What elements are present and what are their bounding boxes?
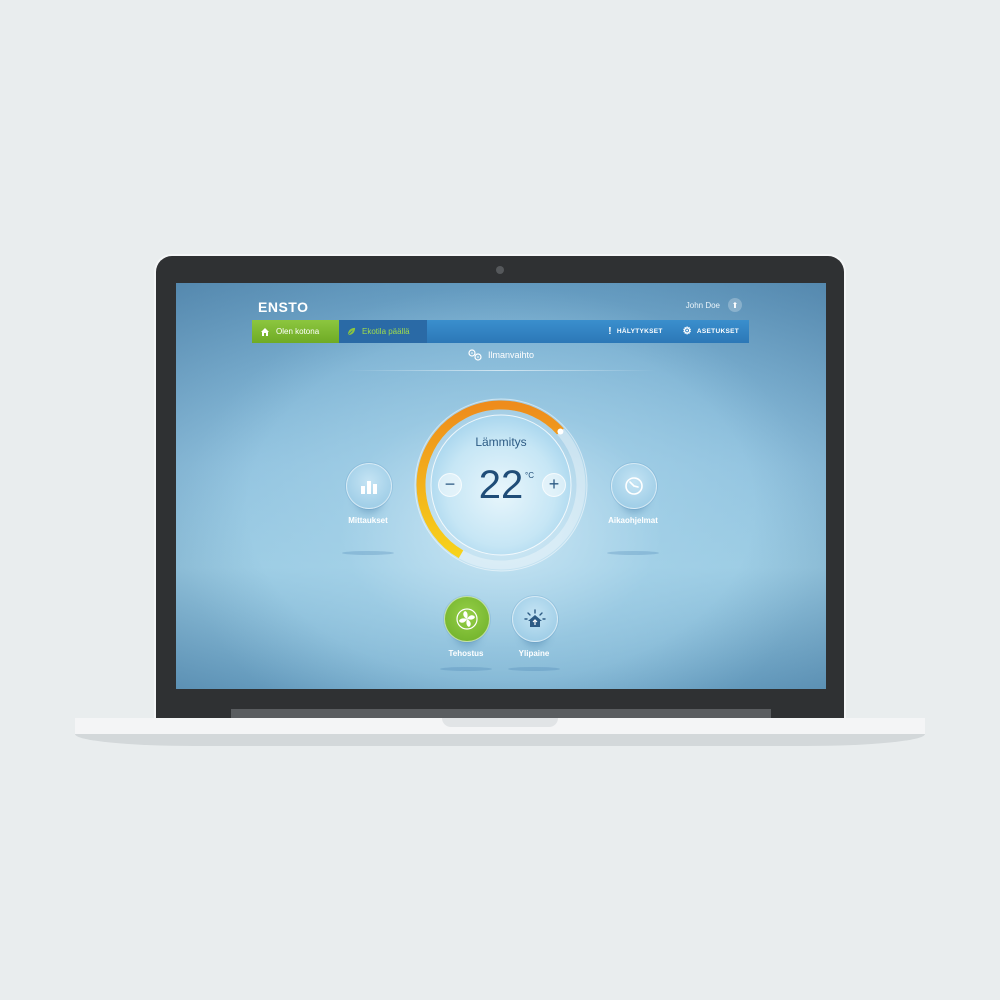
bar-chart-icon xyxy=(361,481,377,494)
home-mode-button[interactable]: Olen kotona xyxy=(252,320,339,343)
schedules-shadow xyxy=(607,551,659,555)
laptop-notch xyxy=(442,718,558,727)
measurements-label: Mittaukset xyxy=(348,516,388,525)
house-pressure-icon xyxy=(524,609,546,627)
user-name: John Doe xyxy=(685,300,720,310)
overpressure-button[interactable] xyxy=(512,596,558,642)
alerts-button[interactable]: ! HÄLYTYKSET xyxy=(608,326,662,337)
app-screen: ENSTO John Doe ⬆ Olen kotona Ekotila pää… xyxy=(176,283,826,689)
schedules-button[interactable] xyxy=(611,463,657,509)
alerts-label: HÄLYTYKSET xyxy=(616,328,663,335)
boost-shadow xyxy=(440,667,492,671)
webcam xyxy=(496,266,504,274)
measurements-shadow xyxy=(342,551,394,555)
clock-icon xyxy=(625,477,643,495)
overpressure-label: Ylipaine xyxy=(518,649,550,658)
laptop-hinge xyxy=(231,709,771,718)
thermostat-temperature: 22 xyxy=(478,463,524,507)
boost-button[interactable] xyxy=(444,596,490,642)
eco-mode-label: Ekotila päällä xyxy=(362,327,410,336)
temperature-knob[interactable] xyxy=(557,428,564,435)
section-header: Ilmanvaihto xyxy=(176,349,826,361)
exclamation-icon: ! xyxy=(608,326,612,337)
settings-button[interactable]: ⚙ ASETUKSET xyxy=(683,326,739,337)
schedules-label: Aikaohjelmat xyxy=(608,516,658,525)
thermostat-mode-label: Lämmitys xyxy=(475,435,527,449)
ensto-logo: ENSTO xyxy=(258,299,309,315)
top-nav-bar: Olen kotona Ekotila päällä ! HÄLYTYKSET … xyxy=(252,320,749,343)
section-divider xyxy=(346,370,656,371)
decrease-temperature-button[interactable]: − xyxy=(438,473,462,497)
measurements-button[interactable] xyxy=(346,463,392,509)
thermostat-unit: °C xyxy=(525,471,534,480)
eco-mode-button[interactable]: Ekotila päällä xyxy=(339,320,427,343)
gear-icon: ⚙ xyxy=(682,326,692,337)
nav-right-group: ! HÄLYTYKSET ⚙ ASETUKSET xyxy=(594,320,749,343)
overpressure-shadow xyxy=(508,667,560,671)
increase-temperature-button[interactable]: + xyxy=(542,473,566,497)
laptop-base-shadow xyxy=(75,734,925,746)
fan-icon xyxy=(468,349,482,361)
arrow-up-icon[interactable]: ⬆ xyxy=(728,298,742,312)
settings-label: ASETUKSET xyxy=(696,328,739,335)
section-title: Ilmanvaihto xyxy=(487,350,535,360)
user-menu[interactable]: John Doe ⬆ xyxy=(686,298,742,312)
leaf-icon xyxy=(347,327,356,336)
home-icon xyxy=(261,327,269,336)
home-mode-label: Olen kotona xyxy=(276,327,320,336)
fan-boost-icon xyxy=(456,608,478,630)
